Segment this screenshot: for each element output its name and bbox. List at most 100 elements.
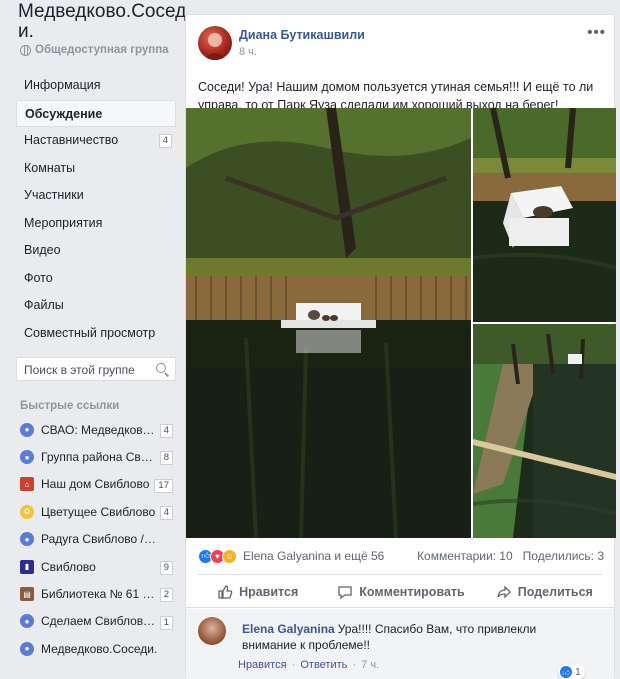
comment-bubble: Elena Galyanina Ура!!!! Спасибо Вам, что … bbox=[232, 615, 587, 659]
search-placeholder: Поиск в этой группе bbox=[24, 363, 135, 377]
quick-link-badge: 1 bbox=[159, 615, 173, 630]
nav-item-label: Обсуждение bbox=[25, 106, 103, 121]
group-privacy: Общедоступная группа bbox=[20, 44, 169, 56]
quick-link-badge: 4 bbox=[159, 506, 173, 521]
group-icon: ● bbox=[20, 532, 34, 547]
quick-link-label: Библиотека № 61 н... bbox=[41, 587, 159, 602]
quick-link-label: Группа района Свибл... bbox=[41, 450, 159, 465]
nav-item-label: Файлы bbox=[24, 298, 64, 312]
comment-button-label: Комментировать bbox=[359, 585, 465, 599]
quick-link[interactable]: ⌂ Наш дом Свиблово 17 bbox=[20, 471, 176, 498]
photo-main[interactable] bbox=[186, 108, 471, 538]
thumbs-up-icon bbox=[218, 585, 233, 599]
globe-icon bbox=[20, 44, 31, 56]
group-icon: ● bbox=[20, 422, 34, 437]
reactions-names: Elena Galyanina и ещё 56 bbox=[243, 549, 385, 563]
quick-link[interactable]: ✿ Цветущее Свиблово 4 bbox=[20, 498, 176, 525]
group-nav: Информация Обсуждение Наставничество 4 Ко… bbox=[16, 72, 176, 347]
group-sidebar: Медведково.Сосед и. Общедоступная группа… bbox=[0, 0, 186, 679]
nav-item-rooms[interactable]: Комнаты bbox=[16, 155, 176, 183]
quick-link-label: Свиблово bbox=[41, 559, 96, 574]
quick-link-badge: 2 bbox=[159, 588, 173, 603]
quick-link-label: Радуга Свиблово /Кра... bbox=[41, 532, 159, 547]
quick-links-title: Быстрые ссылки bbox=[20, 400, 120, 412]
quick-link-badge: 8 bbox=[159, 451, 173, 466]
nav-item-label: Участники bbox=[24, 188, 84, 202]
search-icon[interactable] bbox=[156, 363, 166, 373]
like-button-label: Нравится bbox=[239, 585, 299, 599]
shares-count[interactable]: Поделились: 3 bbox=[523, 549, 604, 563]
photo-bottom-right[interactable] bbox=[473, 324, 616, 538]
quick-link-label: Медведково.Соседи. bbox=[41, 641, 158, 656]
avatar-image bbox=[203, 33, 227, 60]
comment-reply-link[interactable]: Ответить bbox=[300, 659, 347, 671]
reactions-summary[interactable]: 👍︎ ♥ ☺ Elena Galyanina и ещё 56 bbox=[198, 547, 384, 565]
quick-link-label: Цветущее Свиблово bbox=[41, 504, 156, 519]
quick-link-badge: 9 bbox=[159, 560, 173, 575]
nav-item-photos[interactable]: Фото bbox=[16, 265, 176, 293]
photo-duck-house-closeup bbox=[473, 108, 616, 322]
nav-item-info[interactable]: Информация bbox=[16, 72, 176, 100]
group-search-input[interactable]: Поиск в этой группе bbox=[16, 357, 176, 381]
nav-badge: 4 bbox=[158, 134, 172, 148]
comment-reaction-count[interactable]: 👍︎ 1 bbox=[558, 664, 585, 679]
quick-link-badge: 17 bbox=[154, 478, 173, 493]
divider bbox=[186, 607, 614, 608]
nav-item-mentorship[interactable]: Наставничество 4 bbox=[16, 127, 176, 155]
divider bbox=[198, 574, 602, 575]
photo-duck-house-wide bbox=[186, 108, 471, 538]
quick-link[interactable]: ● Группа района Свибл... 8 bbox=[20, 443, 176, 470]
nav-item-files[interactable]: Файлы bbox=[16, 292, 176, 320]
group-privacy-label: Общедоступная группа bbox=[35, 44, 169, 56]
book-icon: ▤ bbox=[20, 587, 34, 602]
quick-link-label: СВАО: Медведково,... bbox=[41, 422, 159, 437]
share-arrow-icon bbox=[497, 585, 511, 599]
nav-item-label: Информация bbox=[24, 78, 101, 92]
flower-icon: ✿ bbox=[20, 504, 34, 519]
comments-count[interactable]: Комментарии: 10 bbox=[417, 549, 513, 563]
group-icon: ● bbox=[20, 614, 34, 629]
comment-likes-count: 1 bbox=[575, 666, 581, 678]
quick-link[interactable]: ● СВАО: Медведково,... 4 bbox=[20, 416, 176, 443]
author-avatar[interactable] bbox=[198, 26, 232, 60]
quick-link[interactable]: ● Медведково.Соседи. bbox=[20, 635, 176, 662]
photo-ramp-to-bank bbox=[473, 324, 616, 538]
quick-links-list: ● СВАО: Медведково,... 4 ● Группа района… bbox=[20, 416, 176, 663]
nav-item-label: Комнаты bbox=[24, 160, 76, 175]
post-photos bbox=[186, 108, 616, 538]
post-card: Диана Бутикашвили 8 ч. ••• Соседи! Ура! … bbox=[185, 14, 616, 679]
comment-button[interactable]: Комментировать bbox=[329, 577, 472, 607]
post-counts: Комментарии: 10 Поделились: 3 bbox=[417, 549, 604, 563]
post-timestamp[interactable]: 8 ч. bbox=[239, 46, 257, 58]
like-reaction-icon: 👍︎ bbox=[560, 666, 572, 678]
house-icon: ⌂ bbox=[20, 477, 34, 492]
share-button[interactable]: Поделиться bbox=[473, 577, 616, 607]
comment-author[interactable]: Elena Galyanina bbox=[242, 622, 335, 636]
group-title[interactable]: Медведково.Сосед и. bbox=[18, 2, 188, 42]
comments-section: Elena Galyanina Ура!!!! Спасибо Вам, что … bbox=[186, 609, 614, 679]
comment-like-link[interactable]: Нравится bbox=[238, 659, 287, 671]
photo-top-right[interactable] bbox=[473, 108, 616, 322]
nav-item-discussion[interactable]: Обсуждение bbox=[16, 99, 176, 127]
nav-item-label: Мероприятия bbox=[24, 215, 103, 230]
quick-link[interactable]: ▮ Свиблово 9 bbox=[20, 553, 176, 580]
quick-link[interactable]: ● Сделаем Свиблово ... 1 bbox=[20, 608, 176, 635]
comment-timestamp[interactable]: 7 ч. bbox=[361, 659, 379, 671]
nav-item-label: Наставничество bbox=[24, 133, 119, 147]
comment-meta: Нравится · Ответить · 7 ч. bbox=[238, 659, 381, 671]
more-options-icon[interactable]: ••• bbox=[587, 24, 606, 41]
quick-link[interactable]: ● Радуга Свиблово /Кра... bbox=[20, 526, 176, 553]
nav-item-members[interactable]: Участники bbox=[16, 182, 176, 210]
comment-icon bbox=[338, 586, 352, 600]
like-button[interactable]: Нравится bbox=[186, 577, 329, 607]
nav-item-videos[interactable]: Видео bbox=[16, 237, 176, 265]
nav-item-events[interactable]: Мероприятия bbox=[16, 210, 176, 238]
commenter-avatar[interactable] bbox=[198, 617, 226, 645]
nav-item-watch-party[interactable]: Совместный просмотр bbox=[16, 320, 176, 348]
nav-item-label: Видео bbox=[24, 243, 61, 257]
quick-link-label: Сделаем Свиблово ... bbox=[41, 614, 159, 629]
quick-link-label: Наш дом Свиблово bbox=[41, 477, 150, 492]
quick-link[interactable]: ▤ Библиотека № 61 н... 2 bbox=[20, 580, 176, 607]
post-author[interactable]: Диана Бутикашвили bbox=[239, 28, 365, 42]
group-icon: ● bbox=[20, 450, 34, 465]
